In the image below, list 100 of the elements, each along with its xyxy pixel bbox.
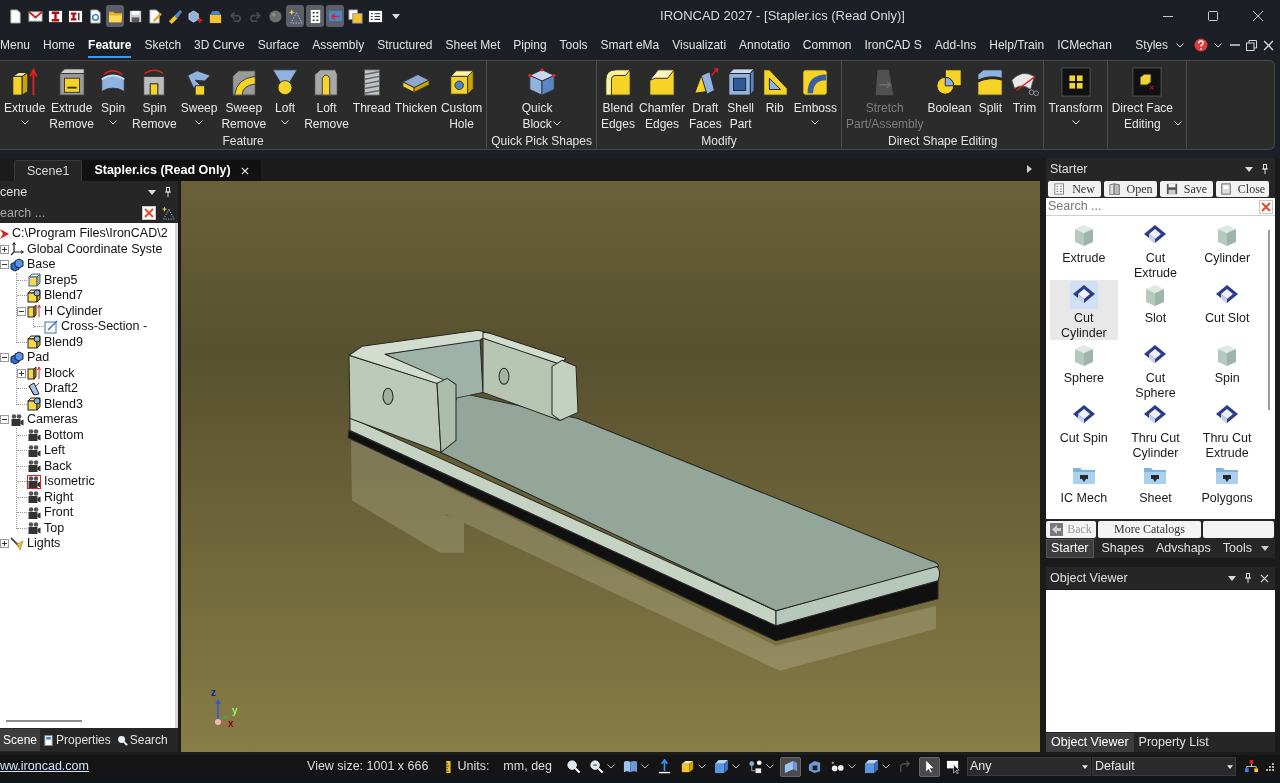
clear-icon[interactable] [142, 206, 156, 220]
tree-item[interactable]: Top [44, 520, 65, 536]
ribbon-tab[interactable]: Surface [257, 32, 300, 58]
catalog-item[interactable]: Thru Cut Extrude [1193, 400, 1261, 460]
panel-tab[interactable]: Scene [0, 729, 41, 751]
tree-item[interactable]: Pad [27, 350, 50, 366]
ribbon-button[interactable]: Quick Block [519, 61, 564, 132]
catalog-item[interactable]: Spin [1193, 340, 1261, 400]
close-icon[interactable] [1263, 39, 1274, 51]
panel-tab[interactable]: Search [113, 729, 171, 751]
tree-item[interactable]: Cross-Section - [61, 319, 148, 335]
tree-item[interactable]: Blend9 [44, 334, 83, 350]
tree-item[interactable]: Base [27, 257, 56, 273]
tree-item[interactable]: Brep5 [44, 272, 78, 288]
ribbon-button[interactable]: Spin Remove [130, 61, 179, 132]
ribbon-tab[interactable]: Help/Train [989, 32, 1045, 58]
dropdown-icon[interactable] [1227, 764, 1233, 769]
tree-item[interactable]: Block [44, 365, 75, 381]
catalog-toolbar-button[interactable]: Open [1104, 181, 1157, 197]
catalog-nav-button[interactable]: More Catalogs [1098, 520, 1201, 538]
search-field[interactable]: Search ... [1046, 198, 1259, 215]
ribbon-tab[interactable]: Sketch [144, 32, 182, 58]
ribbon-button[interactable]: Trim [1007, 61, 1042, 132]
ribbon-tab[interactable]: Home [43, 32, 76, 58]
tree-item[interactable]: Right [44, 489, 74, 505]
scroll-right-icon[interactable] [1027, 165, 1032, 173]
panel-tab[interactable]: Starter [1046, 538, 1094, 558]
vertical-scrollbar[interactable] [1268, 230, 1270, 410]
ribbon-button[interactable]: Spin [96, 61, 131, 132]
tree-item[interactable]: Bottom [44, 427, 84, 443]
ribbon-tab[interactable]: Annotatio [739, 32, 790, 58]
tree-item[interactable]: Blend7 [44, 288, 83, 304]
tree-toggle-icon[interactable] [17, 306, 26, 316]
ribbon-button[interactable]: Transform [1046, 61, 1105, 129]
ribbon-tab[interactable]: Add-Ins [934, 32, 977, 58]
ribbon-tab[interactable]: Visualizati [672, 32, 727, 58]
panel-tab[interactable]: Advshaps [1151, 538, 1215, 558]
panel-tab[interactable]: Shapes [1097, 538, 1148, 558]
tree-item[interactable]: Lights [27, 536, 61, 552]
ribbon-tab[interactable]: ICMechan [1057, 32, 1112, 58]
catalog-item[interactable]: Cut Spin [1050, 400, 1118, 460]
ribbon-button[interactable]: Thread [350, 61, 393, 132]
ribbon-button[interactable]: Boolean [925, 61, 974, 132]
tree-item[interactable]: H Cylinder [44, 303, 103, 319]
ribbon-button[interactable]: Extrude Remove [47, 61, 97, 132]
tree-item[interactable]: Global Coordinate Syste [27, 241, 163, 257]
tree-toggle-icon[interactable] [0, 539, 9, 549]
document-tab[interactable]: Scene1 [14, 160, 83, 181]
tree-item[interactable]: Blend3 [44, 396, 83, 412]
tree-item[interactable]: Left [44, 443, 65, 459]
tree-item[interactable]: Isometric [44, 474, 95, 490]
ribbon-button[interactable]: Shell Part [723, 61, 758, 132]
toolbar-button[interactable] [780, 756, 801, 777]
catalog-item[interactable]: Cut Slot [1193, 280, 1261, 340]
ribbon-tab[interactable]: Menu [0, 32, 31, 58]
horizontal-scrollbar[interactable] [6, 720, 82, 722]
ribbon-tab[interactable]: Piping [513, 32, 547, 58]
ribbon-button[interactable]: Chamfer Edges [636, 61, 687, 132]
ribbon-button[interactable]: Custom Hole [438, 61, 485, 132]
style-dropdown[interactable]: Default [1092, 757, 1236, 776]
panel-tab[interactable]: Tools [1218, 538, 1256, 558]
ribbon-button[interactable]: Loft Remove [302, 61, 351, 132]
ribbon-tab[interactable]: IronCAD S [864, 32, 922, 58]
tree-item[interactable]: C:\Program Files\IronCAD\2 [12, 226, 168, 242]
tree-item[interactable]: Draft2 [44, 381, 79, 397]
pin-icon[interactable] [1244, 573, 1252, 583]
ribbon-button[interactable]: Sweep Remove [219, 61, 269, 132]
close-icon[interactable] [1260, 573, 1269, 583]
dropdown-icon[interactable] [1228, 575, 1236, 581]
catalog-item[interactable]: Cut Sphere [1121, 340, 1190, 400]
tree-toggle-icon[interactable] [17, 368, 26, 378]
ribbon-tab[interactable]: 3D Curve [194, 32, 245, 58]
document-tab[interactable]: Stapler.ics (Read Only) [82, 160, 261, 181]
ribbon-button[interactable]: Rib [757, 61, 792, 132]
dropdown-icon[interactable] [392, 13, 400, 19]
catalog-toolbar-button[interactable]: Close [1216, 181, 1269, 197]
ribbon-button[interactable]: Direct Face Editing [1109, 61, 1185, 132]
panel-tab[interactable]: Properties [40, 729, 114, 751]
catalog-toolbar-button[interactable]: Save [1160, 181, 1213, 197]
filter-dropdown[interactable]: Any [967, 757, 1091, 776]
ribbon-tab[interactable]: Smart eMa [600, 32, 660, 58]
ribbon-tab[interactable]: Structured [377, 32, 433, 58]
help-icon[interactable] [1194, 38, 1208, 52]
tree-item[interactable]: Front [44, 505, 74, 521]
catalog-item[interactable]: Sphere [1050, 340, 1118, 400]
panel-tab[interactable]: Object Viewer [1046, 732, 1134, 752]
panel-tab[interactable]: Property List [1133, 732, 1214, 752]
catalog-item[interactable]: Cut Extrude [1121, 220, 1190, 280]
ribbon-tab[interactable]: Common [802, 32, 852, 58]
ribbon-tab[interactable]: Tools [559, 32, 588, 58]
catalog-item[interactable]: Thru Cut Cylinder [1121, 400, 1190, 460]
ribbon-button[interactable]: Sweep [178, 61, 220, 132]
tree-toggle-icon[interactable] [0, 244, 9, 254]
stapler-base-model[interactable] [347, 329, 941, 642]
styles-menu[interactable]: Styles [1135, 36, 1184, 54]
tree-item[interactable]: Cameras [27, 412, 78, 428]
tree-toggle-icon[interactable] [0, 415, 9, 425]
3d-viewport[interactable]: z y x [181, 181, 1040, 752]
catalog-item[interactable]: Cylinder [1193, 220, 1261, 280]
ribbon-button[interactable]: Emboss [791, 61, 840, 132]
